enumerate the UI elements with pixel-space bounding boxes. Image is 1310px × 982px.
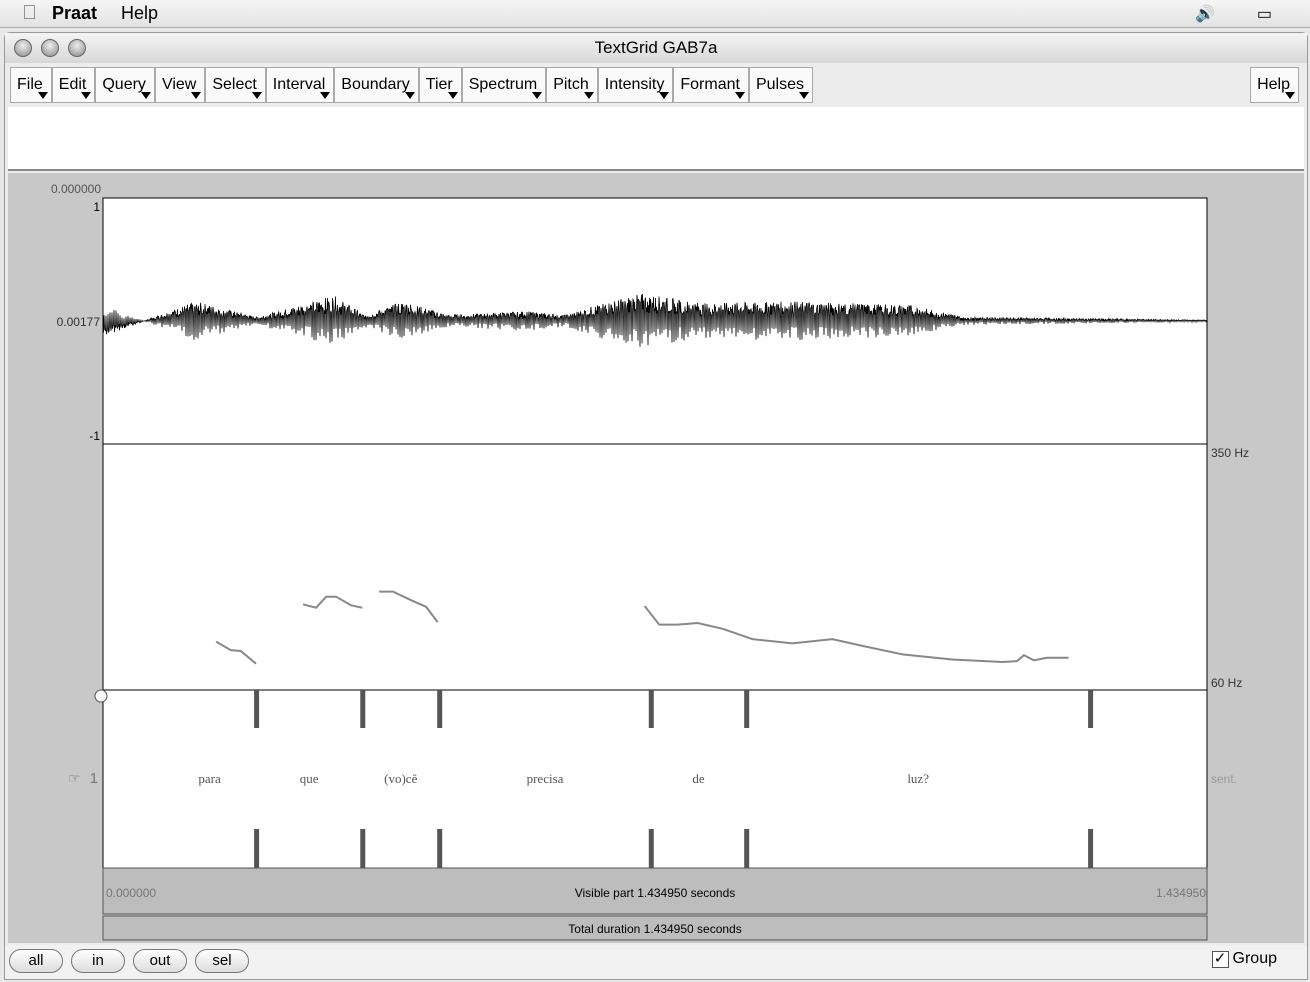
menu-view[interactable]: View [154,67,206,103]
window-title: TextGrid GAB7a [594,38,718,57]
volume-icon[interactable]: 🔊 [1195,4,1215,24]
menu-label: Edit [58,76,87,93]
dropdown-arrow-icon [659,92,670,99]
menu-pitch[interactable]: Pitch [546,67,598,103]
menu-praat[interactable]: Praat [52,3,97,24]
apple-icon[interactable]:  [22,2,52,25]
menu-label: Interval [272,76,326,93]
menu-tier[interactable]: Tier [418,67,462,103]
interval-label: para [198,771,221,786]
interval-label: que [300,771,319,786]
tier-number-label: 1 [90,770,98,787]
menu-help[interactable]: Help [121,3,158,24]
group-checkbox[interactable]: ✓ Group [1211,950,1277,968]
zoom-out-button[interactable]: out [133,949,187,973]
zoom-in-button[interactable]: in [71,949,125,973]
plot-background [102,197,1208,869]
amp-top-label: 1 [93,200,100,214]
menu-label: Pulses [755,76,804,93]
menu-edit[interactable]: Edit [51,67,96,103]
editor-menu-bar: File Edit Query View Select Interval Boundary T… [10,67,813,103]
total-duration-label: Total duration 1.434950 seconds [568,922,741,936]
pointing-hand-icon: ☞ [68,770,81,786]
menu-query[interactable]: Query [95,67,155,103]
dropdown-arrow-icon [583,92,594,99]
checkmark-icon: ✓ [1211,950,1229,968]
dropdown-arrow-icon [81,92,92,99]
pitch-bottom-label: 60 Hz [1211,676,1242,690]
dropdown-arrow-icon [404,92,415,99]
titlebar: TextGrid GAB7a [5,33,1307,63]
dropdown-arrow-icon [447,92,458,99]
visible-end-label: 1.434950 [1156,886,1206,900]
menu-label: Intensity [604,76,665,93]
menu-select[interactable]: Select [205,67,266,103]
textgrid-window: TextGrid GAB7a File Edit Query View Select In… [4,32,1308,980]
interval-label: de [692,771,705,786]
dropdown-arrow-icon [532,92,543,99]
menu-spectrum[interactable]: Spectrum [461,67,547,103]
amp-bottom-label: -1 [89,429,100,443]
interval-label: luz? [907,771,929,786]
boundary-marker-bottom [744,829,750,868]
menu-label: Pitch [553,76,589,93]
menu-interval[interactable]: Interval [265,67,335,103]
pitch-top-label: 350 Hz [1211,446,1249,460]
zoom-all-button[interactable]: all [9,949,63,973]
dropdown-arrow-icon [191,92,202,99]
interval-label: (vo)cê [384,771,417,786]
editor-area[interactable]: 0.000000 1 0.00177 -1 350 Hz 60 Hz sent. 1 ☞ 0.00… [8,173,1304,943]
menu-help-editor[interactable]: Help [1250,67,1299,103]
boundary-marker-top [648,690,654,728]
dropdown-arrow-icon [320,92,331,99]
boundary-marker-bottom [254,829,260,868]
dropdown-arrow-icon [37,92,48,99]
battery-icon[interactable]: ▭ [1257,4,1272,24]
menu-label: Help [1257,76,1290,93]
tier-name-label: sent. [1211,772,1237,786]
menu-label: Spectrum [468,76,538,93]
menu-file[interactable]: File [10,67,52,103]
boundary-marker-top [254,690,260,728]
bottom-bar: all in out sel ✓ Group [5,945,1307,979]
menu-label: Query [102,76,146,93]
menubar:  Praat Help 🔊 ▭ [0,0,1310,28]
dropdown-arrow-icon [140,92,151,99]
menu-label: File [17,76,43,93]
group-label: Group [1232,950,1277,967]
dropdown-arrow-icon [1285,92,1295,99]
boundary-marker-bottom [437,829,443,868]
sound-textgrid-view[interactable]: 0.000000 1 0.00177 -1 350 Hz 60 Hz sent. 1 ☞ 0.00… [8,173,1304,943]
menu-intensity[interactable]: Intensity [597,67,674,103]
boundary-marker-top [1088,690,1094,728]
boundary-marker-bottom [360,829,366,868]
start-time-label: 0.000000 [51,182,101,196]
menu-label: Boundary [341,76,410,93]
zoom-selection-button[interactable]: sel [195,949,249,973]
menu-boundary[interactable]: Boundary [334,67,419,103]
dropdown-arrow-icon [798,92,809,99]
boundary-marker-top [744,690,750,728]
menu-label: Tier [425,76,453,93]
boundary-marker-bottom [648,829,654,868]
visible-part-label: Visible part 1.434950 seconds [575,886,736,900]
menu-label: Select [212,76,257,93]
boundary-marker-top [360,690,366,728]
tier-selector-circle [94,689,108,703]
menu-formant[interactable]: Formant [673,67,749,103]
menu-label: View [161,76,197,93]
info-area [8,107,1304,171]
dropdown-arrow-icon [251,92,262,99]
interval-label: precisa [527,771,564,786]
menu-label: Formant [680,76,740,93]
amp-mid-label: 0.00177 [57,315,101,329]
boundary-marker-top [437,690,443,728]
boundary-marker-bottom [1088,829,1094,868]
dropdown-arrow-icon [734,92,745,99]
visible-start-label: 0.000000 [106,886,156,900]
menu-pulses[interactable]: Pulses [748,67,813,103]
